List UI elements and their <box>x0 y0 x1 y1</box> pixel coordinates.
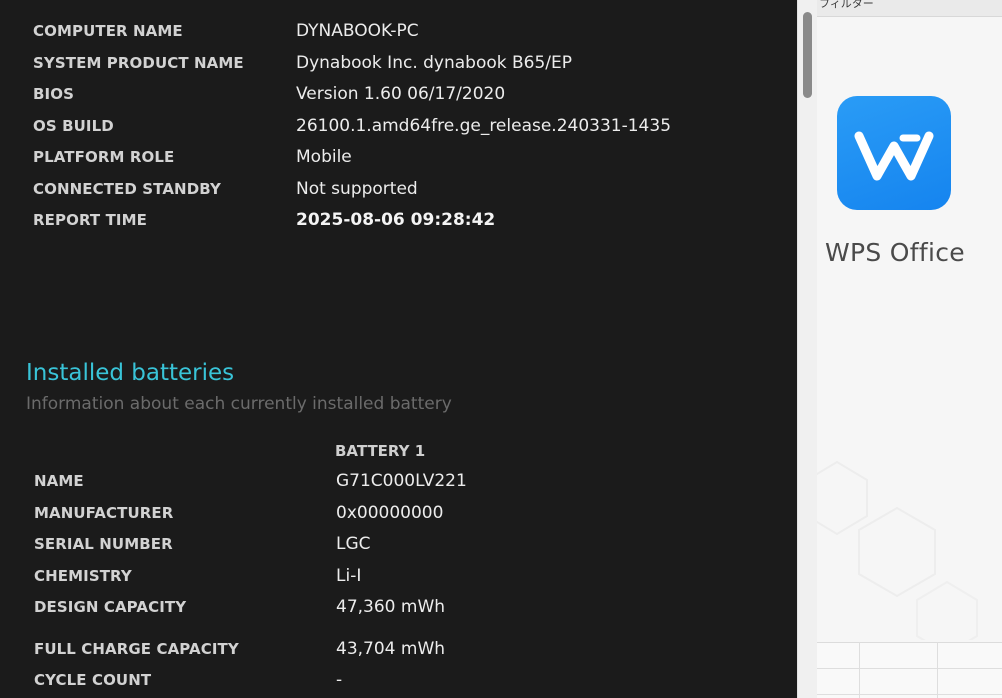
decorative-hexagon-pattern-icon <box>817 460 978 640</box>
battery-value: Li-I <box>336 566 362 586</box>
info-value: Version 1.60 06/17/2020 <box>296 84 506 104</box>
info-label: CONNECTED STANDBY <box>33 180 221 198</box>
info-value: 2025-08-06 09:28:42 <box>296 210 496 230</box>
wps-app-name: WPS Office <box>825 238 965 267</box>
section-title: Installed batteries <box>26 360 235 386</box>
wps-logo-glyph <box>854 131 934 181</box>
battery-label: FULL CHARGE CAPACITY <box>34 640 239 658</box>
grid-line <box>817 694 1002 695</box>
info-value: 26100.1.amd64fre.ge_release.240331-1435 <box>296 116 672 136</box>
battery-value: G71C000LV221 <box>336 471 467 491</box>
battery-value: 47,360 mWh <box>336 597 446 617</box>
info-value: Mobile <box>296 147 352 167</box>
info-value: Not supported <box>296 179 418 199</box>
battery-value: LGC <box>336 534 371 554</box>
filter-menu-label[interactable]: フィルター <box>819 0 874 11</box>
scrollbar-thumb[interactable] <box>803 12 812 98</box>
grid-line <box>817 668 1002 669</box>
spreadsheet-grid <box>817 642 1002 698</box>
wps-toolbar: フィルター <box>817 0 1002 17</box>
info-label: REPORT TIME <box>33 211 147 229</box>
battery-label: MANUFACTURER <box>34 504 174 522</box>
grid-line <box>937 642 938 698</box>
info-label: SYSTEM PRODUCT NAME <box>33 54 244 72</box>
info-label: BIOS <box>33 85 74 103</box>
section-subtitle: Information about each currently install… <box>26 394 452 414</box>
wps-office-window: フィルター WPS Office <box>817 0 1002 698</box>
screen: COMPUTER NAME DYNABOOK-PC SYSTEM PRODUCT… <box>0 0 1002 698</box>
battery-value: 0x00000000 <box>336 503 444 523</box>
battery-label: SERIAL NUMBER <box>34 535 173 553</box>
info-label: COMPUTER NAME <box>33 22 183 40</box>
grid-line <box>859 642 860 698</box>
info-value: DYNABOOK-PC <box>296 21 419 41</box>
battery-value: - <box>336 670 343 690</box>
battery-label: DESIGN CAPACITY <box>34 598 187 616</box>
battery-label: NAME <box>34 472 84 490</box>
battery-label: CYCLE COUNT <box>34 671 152 689</box>
battery-column-header: BATTERY 1 <box>335 442 426 460</box>
info-value: Dynabook Inc. dynabook B65/EP <box>296 53 573 73</box>
info-label: OS BUILD <box>33 117 114 135</box>
vertical-scrollbar[interactable] <box>797 0 817 698</box>
wps-office-logo-icon <box>837 96 951 210</box>
battery-value: 43,704 mWh <box>336 639 446 659</box>
battery-label: CHEMISTRY <box>34 567 132 585</box>
battery-report-page: COMPUTER NAME DYNABOOK-PC SYSTEM PRODUCT… <box>0 0 797 698</box>
info-label: PLATFORM ROLE <box>33 148 175 166</box>
